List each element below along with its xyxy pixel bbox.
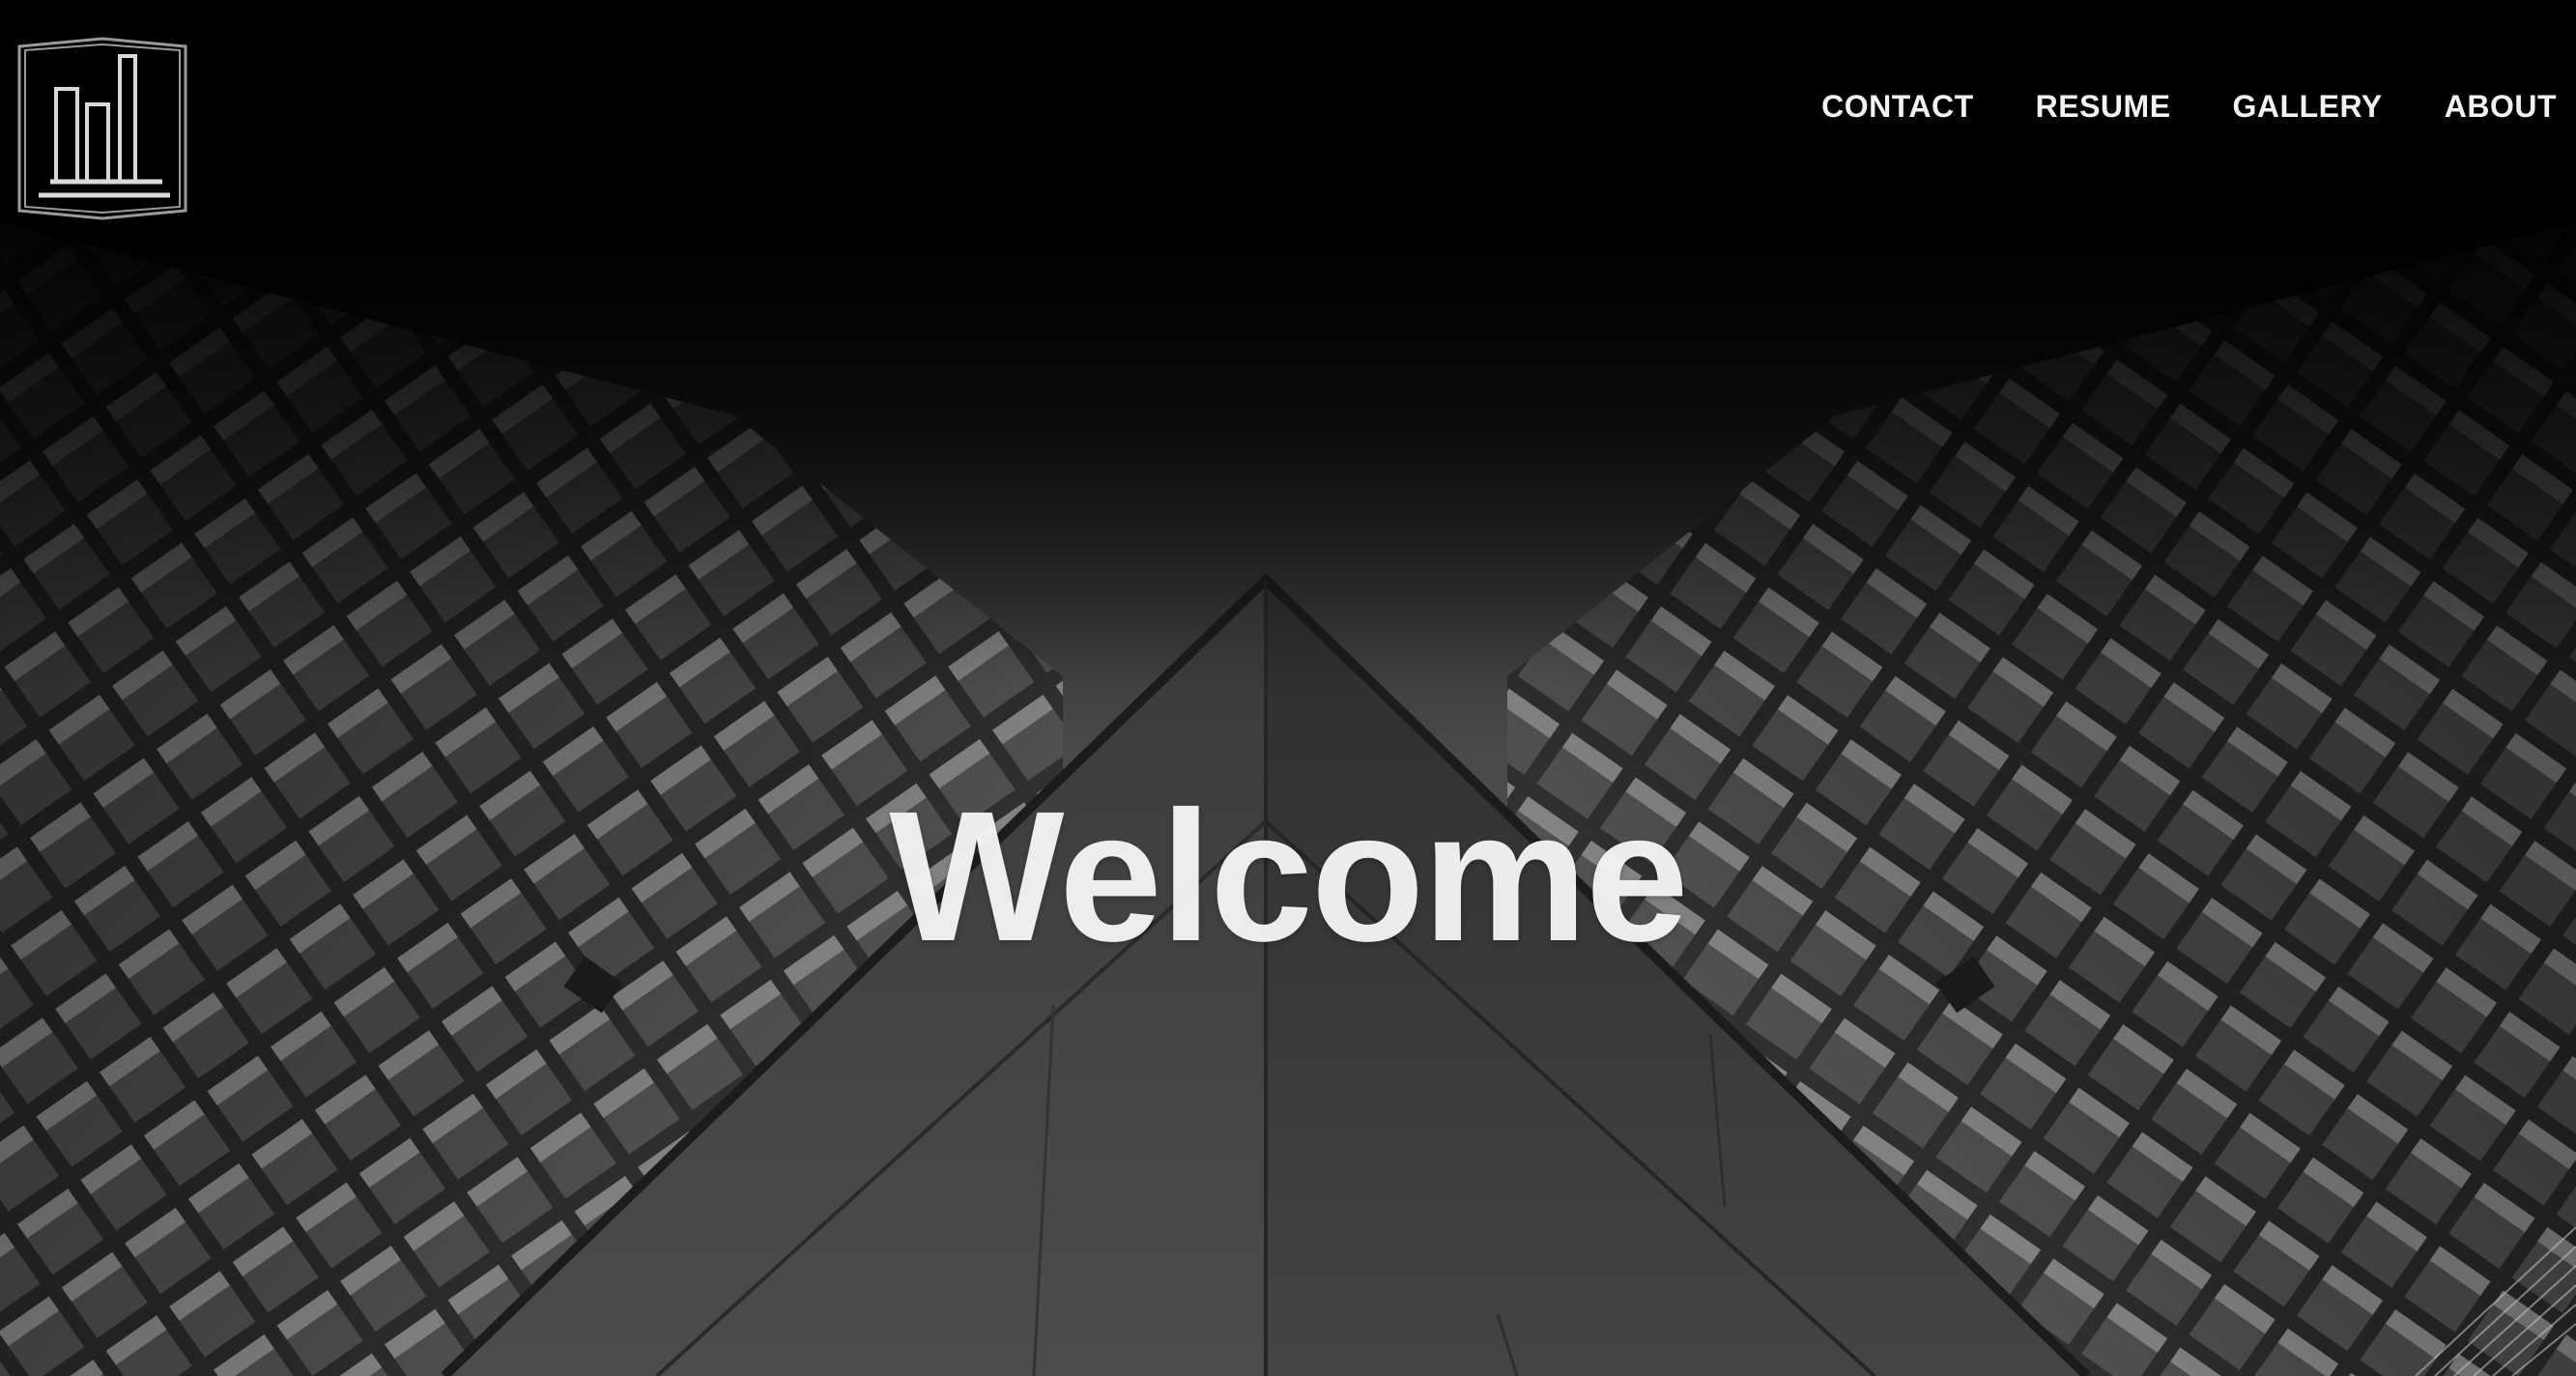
- nav-item-resume[interactable]: RESUME: [2036, 89, 2171, 125]
- hero-background-image: [0, 0, 2576, 1376]
- nav-item-about[interactable]: ABOUT: [2445, 89, 2557, 125]
- hero-heading: Welcome: [889, 771, 1688, 980]
- page: CONTACT RESUME GALLERY ABOUT Welcome: [0, 0, 2576, 1376]
- main-nav: CONTACT RESUME GALLERY ABOUT: [1821, 89, 2557, 125]
- nav-item-contact[interactable]: CONTACT: [1821, 89, 1974, 125]
- nav-item-gallery[interactable]: GALLERY: [2233, 89, 2383, 125]
- buildings-logo-icon[interactable]: [15, 37, 189, 220]
